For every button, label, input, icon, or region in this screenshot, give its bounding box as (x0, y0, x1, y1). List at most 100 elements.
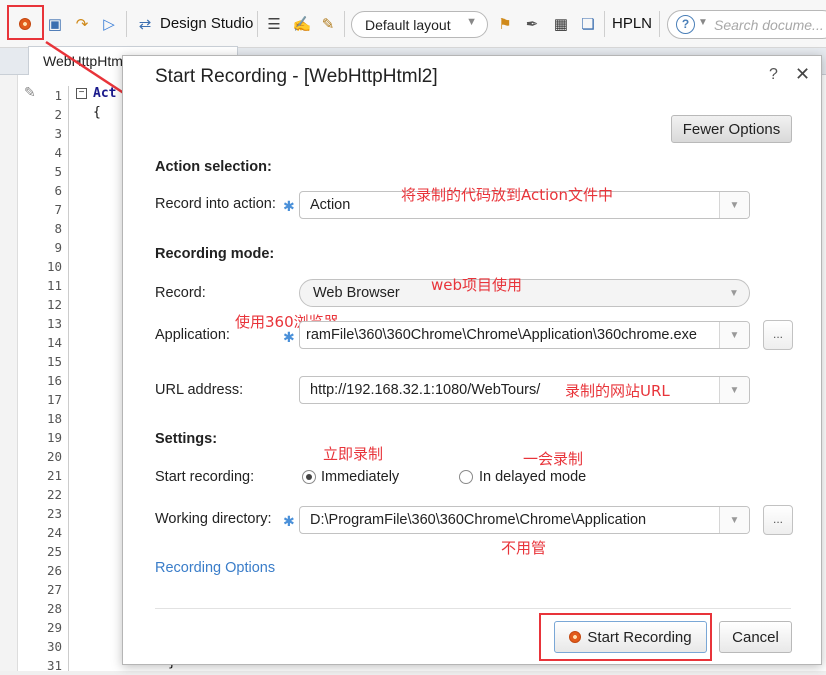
line-number: 5 (54, 164, 62, 179)
chevron-down-icon[interactable]: ▼ (719, 377, 749, 403)
record-label: Record: (155, 285, 206, 301)
url-address-value: http://192.168.32.1:1080/WebTours/ (310, 382, 541, 398)
parameter-icon[interactable]: ✍ (291, 13, 313, 35)
line-number: 26 (46, 563, 62, 578)
line-number: 25 (46, 544, 62, 559)
delayed-mode-label[interactable]: In delayed mode (479, 469, 586, 485)
annotation-web: web项目使用 (431, 276, 523, 294)
recording-mode-heading: Recording mode: (155, 246, 275, 262)
start-recording-highlight-box (539, 613, 712, 661)
line-number: 13 (46, 316, 62, 331)
line-number: 15 (46, 354, 62, 369)
record-into-action-value: Action (310, 197, 351, 213)
required-star-icon: ✱ (283, 513, 295, 529)
search-box[interactable]: ? ▼ Search docume... (667, 10, 826, 39)
line-number: 24 (46, 525, 62, 540)
browse-working-directory-button[interactable]: ... (763, 505, 793, 535)
action-selection-heading: Action selection: (155, 159, 272, 175)
line-number: 18 (46, 411, 62, 426)
record-type-select[interactable]: Web Browser ▼ (299, 279, 750, 307)
url-address-combo[interactable]: http://192.168.32.1:1080/WebTours/ ▼ (299, 376, 750, 404)
list-icon[interactable]: ☰ (263, 13, 285, 35)
cancel-button[interactable]: Cancel (719, 621, 792, 653)
line-number: 7 (54, 202, 62, 217)
line-number: 19 (46, 430, 62, 445)
record-into-action-label: Record into action: (155, 196, 276, 212)
delayed-mode-radio[interactable] (459, 470, 473, 484)
immediately-label[interactable]: Immediately (321, 469, 399, 485)
application-label: Application: (155, 327, 230, 343)
close-icon[interactable]: ✕ (795, 64, 810, 85)
start-recording-dialog: Start Recording - [WebHttpHtml2] ? ✕ Few… (122, 55, 822, 665)
working-directory-label: Working directory: (155, 511, 272, 527)
help-icon[interactable]: ? (769, 66, 778, 84)
line-number: 22 (46, 487, 62, 502)
brush-icon[interactable]: ✒ (521, 13, 543, 35)
url-address-label: URL address: (155, 382, 244, 398)
chevron-down-icon[interactable]: ▼ (719, 280, 749, 306)
left-gutter (0, 75, 18, 671)
search-placeholder: Search docume... (714, 17, 824, 33)
line-number: 9 (54, 240, 62, 255)
start-recording-label: Start recording: (155, 469, 255, 485)
design-studio-icon[interactable]: ⇄ (134, 13, 156, 35)
line-number: 29 (46, 620, 62, 635)
chevron-down-icon[interactable]: ▼ (719, 322, 749, 348)
layout-select[interactable]: Default layout ▼ (351, 11, 488, 38)
annotation-action: 将录制的代码放到Action文件中 (401, 186, 613, 204)
browse-application-button[interactable]: ... (763, 320, 793, 350)
chevron-down-icon[interactable]: ▼ (719, 507, 749, 533)
pin-icon[interactable]: ✎ (24, 84, 36, 101)
design-studio-button[interactable]: Design Studio (160, 15, 253, 32)
toolbar-divider (659, 11, 660, 37)
line-number: 20 (46, 449, 62, 464)
footer-divider (155, 608, 791, 609)
settings-heading: Settings: (155, 431, 218, 447)
record-type-value: Web Browser (313, 285, 400, 301)
required-star-icon: ✱ (283, 329, 295, 345)
gutter-divider (68, 86, 69, 671)
step-icon[interactable]: ▣ (44, 13, 66, 35)
line-number: 28 (46, 601, 62, 616)
toolbar-divider (126, 11, 127, 37)
step-over-icon[interactable]: ↷ (71, 13, 93, 35)
line-number: 6 (54, 183, 62, 198)
line-number: 23 (46, 506, 62, 521)
immediately-radio[interactable] (302, 470, 316, 484)
working-directory-combo[interactable]: D:\ProgramFile\360\360Chrome\Chrome\Appl… (299, 506, 750, 534)
fewer-options-button[interactable]: Fewer Options (671, 115, 792, 143)
chevron-down-icon: ▼ (466, 16, 477, 28)
help-icon[interactable]: ? (676, 15, 695, 34)
line-number: 12 (46, 297, 62, 312)
annotation-workdir: 不用管 (501, 539, 547, 557)
line-number: 31 (46, 658, 62, 673)
record-highlight-box (7, 5, 44, 40)
application-combo[interactable]: ramFile\360\360Chrome\Chrome\Application… (299, 321, 750, 349)
annotation-url: 录制的网站URL (565, 382, 670, 400)
line-number: 21 (46, 468, 62, 483)
annotation-immediate: 立即录制 (323, 445, 384, 463)
line-number: 11 (46, 278, 62, 293)
grid-icon[interactable]: ▦ (550, 13, 572, 35)
chevron-down-icon[interactable]: ▼ (719, 192, 749, 218)
recording-options-link[interactable]: Recording Options (155, 560, 275, 576)
layout-select-value: Default layout (365, 17, 451, 33)
line-number: 17 (46, 392, 62, 407)
line-number: 30 (46, 639, 62, 654)
line-numbers: 1 2 3 4 5 6 7 8 9 10 11 12 13 14 15 16 17 18 19 20 21 22 23 24 2… (36, 86, 62, 675)
toolbar-divider (344, 11, 345, 37)
chevron-down-icon[interactable]: ▼ (698, 17, 708, 28)
toolbar-divider (604, 11, 605, 37)
bookmark-icon[interactable]: ⚑ (494, 13, 516, 35)
annotation-delayed: 一会录制 (523, 450, 584, 468)
line-number: 27 (46, 582, 62, 597)
line-number: 10 (46, 259, 62, 274)
dialog-title: Start Recording - [WebHttpHtml2] (155, 66, 438, 87)
window-icon[interactable]: ❏ (577, 13, 599, 35)
hpln-button[interactable]: HPLN (612, 15, 652, 32)
line-number: 16 (46, 373, 62, 388)
correlation-icon[interactable]: ✎ (317, 13, 339, 35)
run-icon[interactable]: ▷ (98, 13, 120, 35)
working-directory-value: D:\ProgramFile\360\360Chrome\Chrome\Appl… (310, 512, 647, 528)
application-value: ramFile\360\360Chrome\Chrome\Application… (306, 327, 697, 343)
